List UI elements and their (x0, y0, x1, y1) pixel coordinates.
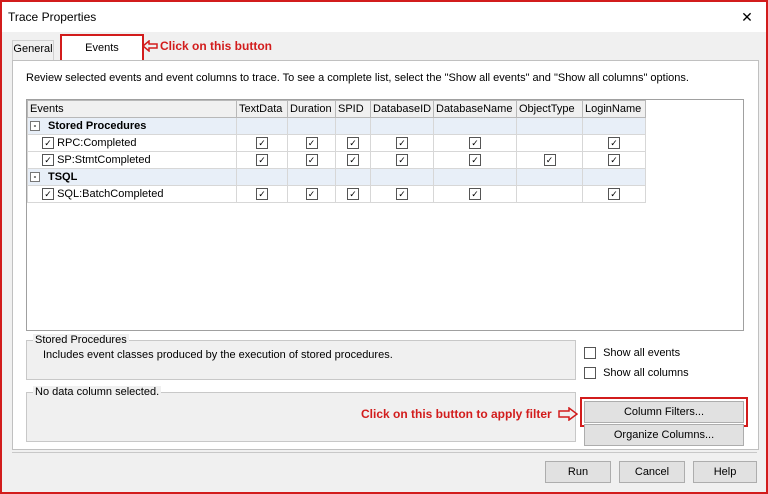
column-checkbox[interactable]: ✓ (543, 154, 556, 167)
event-info-title: Stored Procedures (33, 334, 129, 346)
group-row-stored-procedures[interactable]: - Stored Procedures (27, 117, 646, 135)
column-header-events[interactable]: Events (27, 100, 237, 118)
column-checkbox[interactable]: ✓ (396, 137, 408, 150)
close-icon[interactable]: ✕ (736, 6, 758, 28)
show-all-columns-label: Show all columns (603, 367, 689, 379)
trace-properties-window: Trace Properties ✕ General Events Select… (0, 0, 768, 494)
event-label: RPC:Completed (57, 137, 137, 149)
column-header-loginname[interactable]: LoginName (582, 100, 646, 118)
event-checkbox[interactable]: ✓ (42, 154, 54, 167)
event-checkbox[interactable]: ✓ (42, 188, 54, 201)
title-bar: Trace Properties ✕ (2, 2, 766, 32)
events-table: Events TextData Duration SPID DatabaseID… (27, 100, 646, 203)
grid-header-row: Events TextData Duration SPID DatabaseID… (27, 100, 646, 118)
event-row-sql-batchcompleted[interactable]: ✓ SQL:BatchCompleted ✓ ✓ ✓ ✓ ✓ ✓ (27, 185, 646, 203)
collapse-icon[interactable]: - (30, 172, 40, 183)
column-checkbox[interactable]: ✓ (469, 137, 481, 150)
column-header-databasename[interactable]: DatabaseName (433, 100, 517, 118)
column-checkbox[interactable]: ✓ (396, 188, 408, 201)
column-header-objecttype[interactable]: ObjectType (516, 100, 583, 118)
column-header-textdata[interactable]: TextData (236, 100, 288, 118)
event-label: SQL:BatchCompleted (57, 188, 164, 200)
events-grid[interactable]: Events TextData Duration SPID DatabaseID… (26, 99, 744, 331)
column-checkbox[interactable]: ✓ (256, 137, 268, 150)
column-checkbox[interactable]: ✓ (305, 137, 318, 150)
cancel-button[interactable]: Cancel (619, 461, 685, 483)
event-row-sp-stmtcompleted[interactable]: ✓ SP:StmtCompleted ✓ ✓ ✓ ✓ ✓ ✓ ✓ (27, 151, 646, 169)
filter-annotation: Click on this button to apply filter (361, 407, 552, 421)
group-label: Stored Procedures (48, 120, 147, 132)
column-header-duration[interactable]: Duration (287, 100, 336, 118)
column-checkbox[interactable]: ✓ (608, 188, 620, 201)
column-checkbox[interactable]: ✓ (347, 137, 359, 150)
column-checkbox[interactable]: ✓ (305, 154, 318, 167)
collapse-icon[interactable]: - (30, 121, 40, 132)
column-checkbox[interactable]: ✓ (347, 188, 359, 201)
event-checkbox[interactable]: ✓ (42, 137, 54, 150)
column-checkbox[interactable]: ✓ (256, 188, 268, 201)
column-checkbox[interactable]: ✓ (469, 188, 481, 201)
event-label: SP:StmtCompleted (57, 154, 151, 166)
help-button[interactable]: Help (693, 461, 757, 483)
column-checkbox[interactable]: ✓ (256, 154, 268, 167)
show-all-columns-option[interactable]: Show all columns (584, 367, 689, 380)
tab-general[interactable]: General (12, 40, 54, 61)
group-label: TSQL (48, 171, 78, 183)
instructions-text: Review selected events and event columns… (26, 72, 689, 84)
left-arrow-icon (142, 40, 158, 52)
column-checkbox[interactable]: ✓ (469, 154, 481, 167)
tab-annotation: Click on this button (160, 39, 272, 53)
column-checkbox[interactable]: ✓ (305, 188, 318, 201)
column-header-databaseid[interactable]: DatabaseID (370, 100, 434, 118)
footer-divider (12, 452, 757, 453)
column-header-spid[interactable]: SPID (335, 100, 371, 118)
event-info-groupbox: Stored Procedures Includes event classes… (26, 334, 576, 380)
right-arrow-icon (558, 407, 578, 421)
column-checkbox[interactable]: ✓ (347, 154, 359, 167)
group-row-tsql[interactable]: - TSQL (27, 168, 646, 186)
show-all-events-checkbox[interactable] (584, 347, 596, 360)
column-filters-button[interactable]: Column Filters... (584, 401, 744, 423)
event-info-text: Includes event classes produced by the e… (43, 349, 393, 361)
event-row-rpc-completed[interactable]: ✓ RPC:Completed ✓ ✓ ✓ ✓ ✓ ✓ (27, 134, 646, 152)
show-all-columns-checkbox[interactable] (584, 367, 596, 380)
show-all-events-label: Show all events (603, 347, 681, 359)
column-checkbox[interactable]: ✓ (608, 137, 620, 150)
column-info-title: No data column selected. (33, 386, 162, 398)
tab-events-selection[interactable]: Events Selection (60, 34, 144, 78)
window-title: Trace Properties (8, 10, 97, 24)
organize-columns-button[interactable]: Organize Columns... (584, 424, 744, 446)
show-all-events-option[interactable]: Show all events (584, 347, 681, 360)
column-checkbox[interactable]: ✓ (608, 154, 620, 167)
run-button[interactable]: Run (545, 461, 611, 483)
column-checkbox[interactable]: ✓ (396, 154, 408, 167)
